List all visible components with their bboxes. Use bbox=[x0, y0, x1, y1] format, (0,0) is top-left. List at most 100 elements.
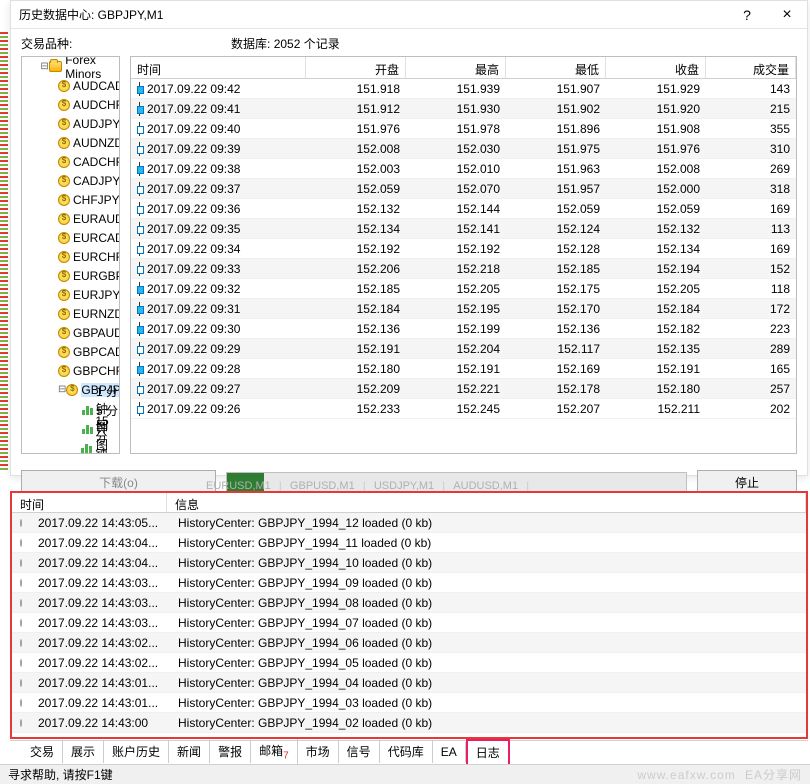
titlebar: 历史数据中心: GBPJPY,M1 ? × bbox=[11, 1, 807, 29]
table-row[interactable]: 2017.09.22 09:26152.233152.245152.207152… bbox=[131, 399, 796, 419]
tab-EA[interactable]: EA bbox=[433, 742, 466, 762]
tree-symbol-eurgbp[interactable]: EURGBP bbox=[22, 266, 119, 285]
candle-icon bbox=[137, 303, 143, 315]
col-volume[interactable]: 成交量 bbox=[706, 57, 796, 78]
table-row[interactable]: 2017.09.22 09:28152.180152.191152.169152… bbox=[131, 359, 796, 379]
tree-symbol-audnzd[interactable]: AUDNZD bbox=[22, 133, 119, 152]
log-row[interactable]: 2017.09.22 14:43:01...HistoryCenter: GBP… bbox=[12, 693, 806, 713]
dot-icon bbox=[20, 539, 22, 547]
candle-icon bbox=[137, 143, 143, 155]
dot-icon bbox=[20, 519, 22, 527]
col-close[interactable]: 收盘 bbox=[606, 57, 706, 78]
currency-icon bbox=[58, 346, 70, 358]
table-row[interactable]: 2017.09.22 09:40151.976151.978151.896151… bbox=[131, 119, 796, 139]
table-row[interactable]: 2017.09.22 09:39152.008152.030151.975151… bbox=[131, 139, 796, 159]
tab-新闻[interactable]: 新闻 bbox=[169, 740, 210, 763]
log-row[interactable]: 2017.09.22 14:43:02...HistoryCenter: GBP… bbox=[12, 653, 806, 673]
tree-symbol-eurnzd[interactable]: EURNZD bbox=[22, 304, 119, 323]
table-row[interactable]: 2017.09.22 09:37152.059152.070151.957152… bbox=[131, 179, 796, 199]
table-row[interactable]: 2017.09.22 09:36152.132152.144152.059152… bbox=[131, 199, 796, 219]
tab-警报[interactable]: 警报 bbox=[210, 740, 251, 763]
col-low[interactable]: 最低 bbox=[506, 57, 606, 78]
mail-badge: 7 bbox=[283, 750, 289, 761]
tree-symbol-chfjpy[interactable]: CHFJPY bbox=[22, 190, 119, 209]
currency-icon bbox=[58, 308, 70, 320]
log-row[interactable]: 2017.09.22 14:43:03...HistoryCenter: GBP… bbox=[12, 573, 806, 593]
tree-symbol-cadjpy[interactable]: CADJPY bbox=[22, 171, 119, 190]
tree-symbol-gbpcad[interactable]: GBPCAD bbox=[22, 342, 119, 361]
currency-icon bbox=[58, 80, 70, 92]
record-count: 2052 个记录 bbox=[274, 37, 340, 51]
candle-icon bbox=[137, 183, 143, 195]
tab-交易[interactable]: 交易 bbox=[22, 740, 63, 763]
history-center-window: 历史数据中心: GBPJPY,M1 ? × 交易品种: 数据库: 2052 个记… bbox=[10, 0, 808, 476]
tree-folder-forex-minors[interactable]: ⊟Forex Minors bbox=[22, 57, 119, 76]
tree-symbol-euraud[interactable]: EURAUD bbox=[22, 209, 119, 228]
candle-icon bbox=[137, 243, 143, 255]
tree-symbol-eurjpy[interactable]: EURJPY bbox=[22, 285, 119, 304]
folder-icon bbox=[49, 61, 62, 72]
currency-icon bbox=[58, 118, 70, 130]
table-row[interactable]: 2017.09.22 09:27152.209152.221152.178152… bbox=[131, 379, 796, 399]
tree-symbol-gbpchf[interactable]: GBPCHF bbox=[22, 361, 119, 380]
tree-timeframe[interactable]: 15 分钟图 bbox=[22, 437, 119, 454]
log-row[interactable]: 2017.09.22 14:43:03...HistoryCenter: GBP… bbox=[12, 613, 806, 633]
log-col-info[interactable]: 信息 bbox=[167, 493, 806, 512]
tree-symbol-gbpaud[interactable]: GBPAUD bbox=[22, 323, 119, 342]
candle-icon bbox=[137, 123, 143, 135]
dot-icon bbox=[20, 619, 22, 627]
table-row[interactable]: 2017.09.22 09:35152.134152.141152.124152… bbox=[131, 219, 796, 239]
currency-icon bbox=[58, 213, 70, 225]
log-row[interactable]: 2017.09.22 14:43:04...HistoryCenter: GBP… bbox=[12, 553, 806, 573]
tab-邮箱[interactable]: 邮箱7 bbox=[251, 739, 298, 764]
symbol-tree[interactable]: ⊟Forex Minors AUDCADAUDCHFAUDJPYAUDNZDCA… bbox=[21, 56, 120, 454]
candle-icon bbox=[137, 203, 143, 215]
col-open[interactable]: 开盘 bbox=[306, 57, 406, 78]
currency-icon bbox=[58, 175, 70, 187]
table-row[interactable]: 2017.09.22 09:38152.003152.010151.963152… bbox=[131, 159, 796, 179]
close-button[interactable]: × bbox=[767, 1, 807, 29]
tree-symbol-eurchf[interactable]: EURCHF bbox=[22, 247, 119, 266]
table-row[interactable]: 2017.09.22 09:41151.912151.930151.902151… bbox=[131, 99, 796, 119]
log-row[interactable]: 2017.09.22 14:43:01...HistoryCenter: GBP… bbox=[12, 673, 806, 693]
table-row[interactable]: 2017.09.22 09:32152.185152.205152.175152… bbox=[131, 279, 796, 299]
bars-icon bbox=[82, 403, 93, 415]
candle-icon bbox=[137, 403, 143, 415]
table-row[interactable]: 2017.09.22 09:30152.136152.199152.136152… bbox=[131, 319, 796, 339]
tab-账户历史[interactable]: 账户历史 bbox=[104, 740, 169, 763]
candle-icon bbox=[137, 323, 143, 335]
tab-代码库[interactable]: 代码库 bbox=[380, 740, 433, 763]
tab-日志[interactable]: 日志 bbox=[466, 739, 510, 764]
tree-symbol-eurcad[interactable]: EURCAD bbox=[22, 228, 119, 247]
tab-市场[interactable]: 市场 bbox=[298, 740, 339, 763]
tree-symbol-audchf[interactable]: AUDCHF bbox=[22, 95, 119, 114]
currency-icon bbox=[58, 327, 70, 339]
data-grid[interactable]: 时间 开盘 最高 最低 收盘 成交量 2017.09.22 09:42151.9… bbox=[130, 56, 797, 454]
statusbar: 寻求帮助, 请按F1键 www.eafxw.com EA分享网 bbox=[0, 764, 810, 784]
help-button[interactable]: ? bbox=[727, 1, 767, 29]
table-row[interactable]: 2017.09.22 09:31152.184152.195152.170152… bbox=[131, 299, 796, 319]
dot-icon bbox=[20, 659, 22, 667]
log-row[interactable]: 2017.09.22 14:43:00HistoryCenter: GBPJPY… bbox=[12, 713, 806, 733]
candle-icon bbox=[137, 363, 143, 375]
tab-展示[interactable]: 展示 bbox=[63, 740, 104, 763]
log-row[interactable]: 2017.09.22 14:43:03...HistoryCenter: GBP… bbox=[12, 593, 806, 613]
candle-icon bbox=[137, 263, 143, 275]
table-row[interactable]: 2017.09.22 09:34152.192152.192152.128152… bbox=[131, 239, 796, 259]
tab-信号[interactable]: 信号 bbox=[339, 740, 380, 763]
tree-symbol-audjpy[interactable]: AUDJPY bbox=[22, 114, 119, 133]
currency-icon bbox=[58, 270, 70, 282]
col-time[interactable]: 时间 bbox=[131, 57, 306, 78]
table-row[interactable]: 2017.09.22 09:42151.918151.939151.907151… bbox=[131, 79, 796, 99]
table-row[interactable]: 2017.09.22 09:33152.206152.218152.185152… bbox=[131, 259, 796, 279]
tree-symbol-cadchf[interactable]: CADCHF bbox=[22, 152, 119, 171]
log-row[interactable]: 2017.09.22 14:43:05...HistoryCenter: GBP… bbox=[12, 513, 806, 533]
log-row[interactable]: 2017.09.22 14:43:04...HistoryCenter: GBP… bbox=[12, 533, 806, 553]
log-row[interactable]: 2017.09.22 14:43:02...HistoryCenter: GBP… bbox=[12, 633, 806, 653]
watermark: www.eafxw.com EA分享网 bbox=[637, 766, 802, 783]
col-high[interactable]: 最高 bbox=[406, 57, 506, 78]
bottom-tabstrip: 交易展示账户历史新闻警报邮箱7市场信号代码库EA日志 bbox=[10, 740, 808, 762]
log-col-time[interactable]: 时间 bbox=[12, 493, 167, 512]
candle-icon bbox=[137, 223, 143, 235]
table-row[interactable]: 2017.09.22 09:29152.191152.204152.117152… bbox=[131, 339, 796, 359]
